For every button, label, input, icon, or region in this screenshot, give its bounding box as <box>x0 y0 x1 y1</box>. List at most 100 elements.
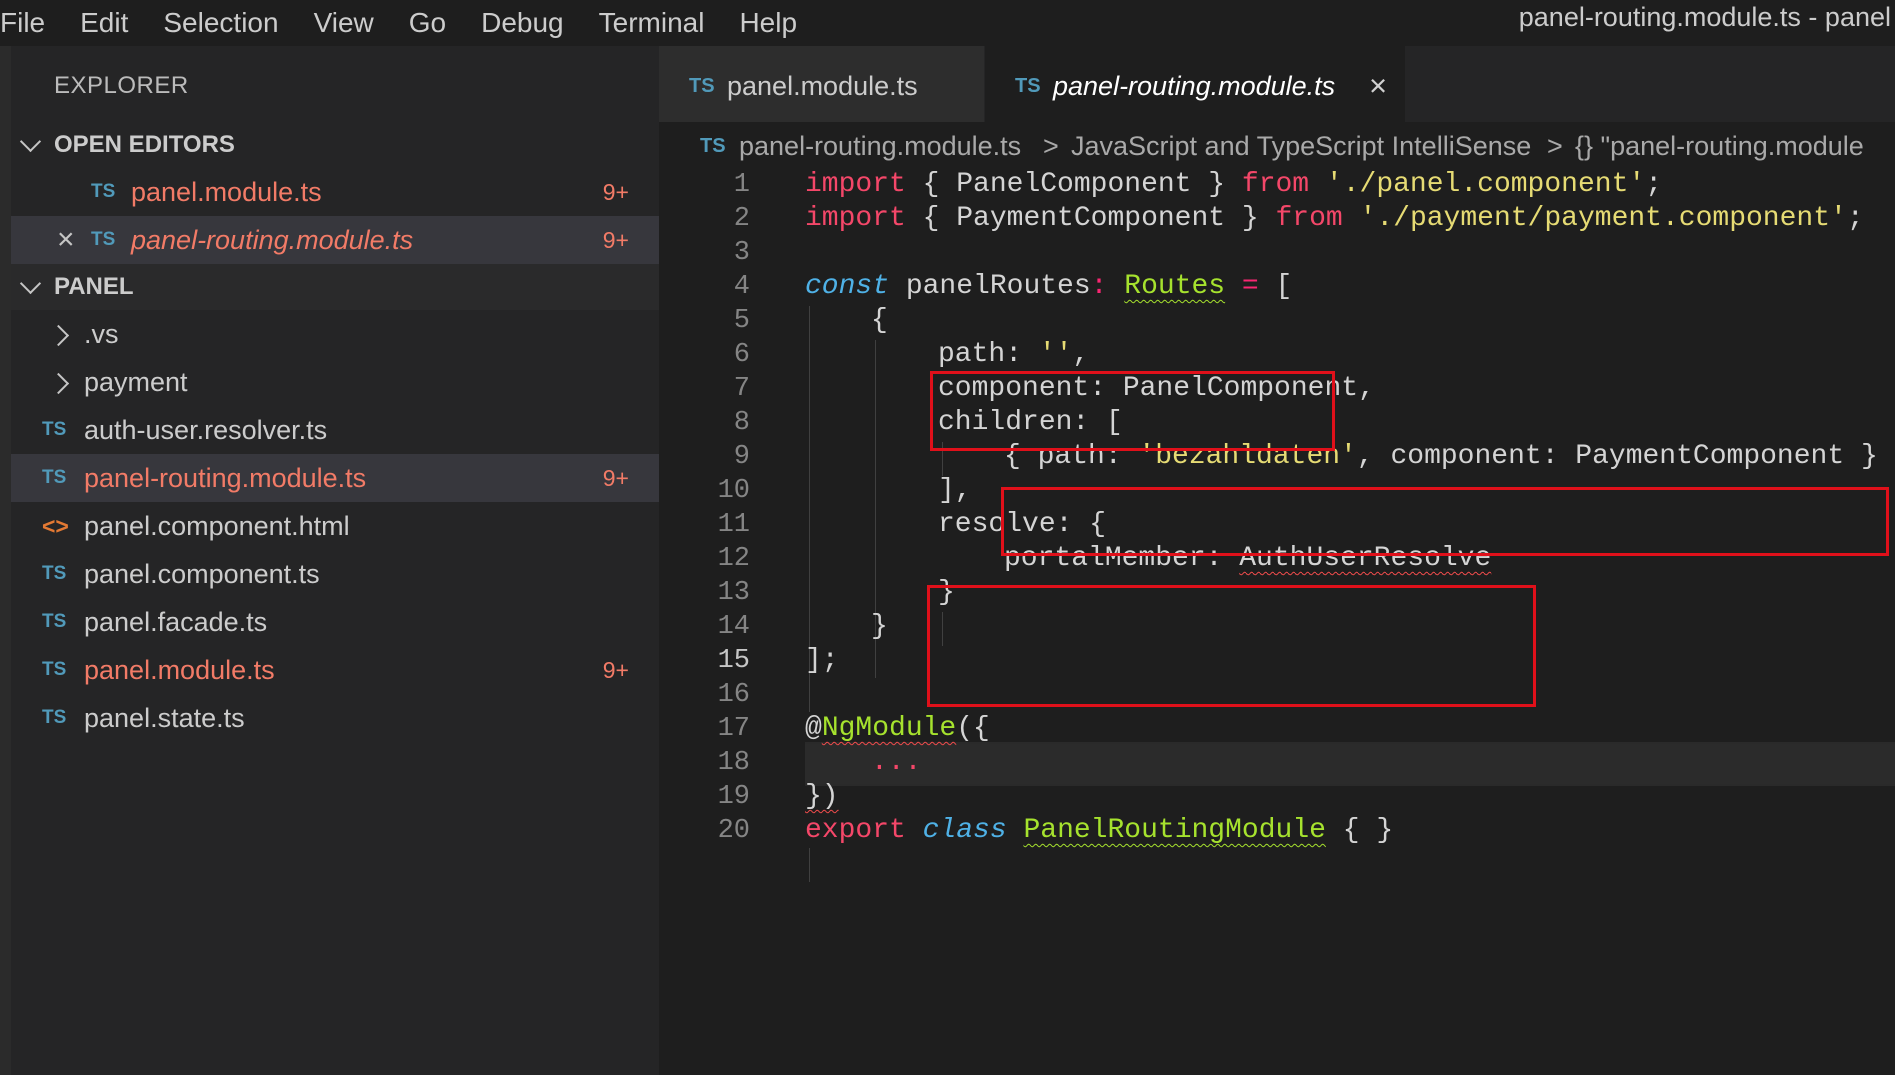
line-number: 16 <box>717 680 750 710</box>
file-item[interactable]: TS panel.module.ts 9+ <box>11 646 659 694</box>
typescript-file-icon: TS <box>42 563 67 584</box>
close-icon[interactable]: × <box>57 216 75 264</box>
breadcrumb-module-symbol[interactable]: {} "panel-routing.module <box>1575 122 1864 170</box>
file-item[interactable]: TS panel.facade.ts <box>11 598 659 646</box>
line-number: 4 <box>733 272 750 302</box>
file-label: panel.component.ts <box>84 559 320 589</box>
line-number: 2 <box>733 204 750 234</box>
problems-badge: 9+ <box>602 465 629 491</box>
menu-bar: File Edit Selection View Go Debug Termin… <box>0 0 1895 46</box>
problems-badge: 9+ <box>602 227 629 253</box>
explorer-sidebar: EXPLORER OPEN EDITORS TS panel.module.ts… <box>11 46 659 1075</box>
line-number: 18 <box>717 748 750 778</box>
menu-help[interactable]: Help <box>739 7 797 39</box>
file-item[interactable]: <> panel.component.html <box>11 502 659 550</box>
highlight-box-path-component <box>930 371 1335 451</box>
line-number: 14 <box>717 612 750 642</box>
problems-badge: 9+ <box>602 179 629 205</box>
line-number: 1 <box>733 170 750 200</box>
line-number: 20 <box>717 816 750 846</box>
open-editor-item[interactable]: TS panel.module.ts 9+ <box>11 168 659 216</box>
typescript-file-icon: TS <box>42 419 67 440</box>
file-item[interactable]: TS panel.component.ts <box>11 550 659 598</box>
line-number: 13 <box>717 578 750 608</box>
line-number: 9 <box>733 442 750 472</box>
open-editors-header[interactable]: OPEN EDITORS <box>11 122 659 168</box>
typescript-file-icon: TS <box>42 659 67 680</box>
current-line-highlight <box>805 742 1895 786</box>
typescript-file-icon: TS <box>42 707 67 728</box>
menu-selection[interactable]: Selection <box>163 7 278 39</box>
typescript-file-icon: TS <box>42 611 67 632</box>
line-number-current: 15 <box>717 646 750 676</box>
code-line-14: } <box>871 611 888 642</box>
file-item[interactable]: TS auth-user.resolver.ts <box>11 406 659 454</box>
menu-file[interactable]: File <box>0 7 45 39</box>
breadcrumb-file[interactable]: panel-routing.module.ts <box>739 122 1021 170</box>
breadcrumb-intellisense[interactable]: JavaScript and TypeScript IntelliSense <box>1071 122 1531 170</box>
folder-label: .vs <box>84 319 119 349</box>
code-line-19: }) <box>805 781 839 812</box>
typescript-file-icon: TS <box>1015 75 1041 97</box>
tab-label: panel-routing.module.ts <box>1053 71 1336 101</box>
file-item[interactable]: TS panel.state.ts <box>11 694 659 742</box>
menu-edit[interactable]: Edit <box>80 7 128 39</box>
line-number: 19 <box>717 782 750 812</box>
typescript-file-icon: TS <box>42 467 67 488</box>
code-editor[interactable]: 1 2 3 4 5 6 7 8 9 10 11 12 13 14 15 16 1… <box>659 170 1895 1075</box>
typescript-file-icon: TS <box>689 75 715 97</box>
file-label: panel.facade.ts <box>84 607 268 637</box>
tab-panel-module[interactable]: TS panel.module.ts <box>659 46 985 122</box>
folder-item-vs[interactable]: .vs <box>11 310 659 358</box>
tab-panel-routing-module[interactable]: TS panel-routing.module.ts × <box>985 46 1405 122</box>
line-number: 5 <box>733 306 750 336</box>
code-line-4: const panelRoutes: Routes = [ <box>805 271 1293 302</box>
chevron-right-icon <box>47 372 70 395</box>
activity-bar <box>0 46 11 1075</box>
code-line-15: ]; <box>805 645 839 676</box>
open-editor-item-active[interactable]: × TS panel-routing.module.ts 9+ <box>11 216 659 264</box>
chevron-right-icon: > <box>1043 131 1059 161</box>
code-line-10: ], <box>938 475 972 506</box>
line-number: 7 <box>733 374 750 404</box>
breadcrumb: TS panel-routing.module.ts > JavaScript … <box>659 122 1895 170</box>
panel-folder-label: PANEL <box>54 273 134 300</box>
line-number: 17 <box>717 714 750 744</box>
menu-debug[interactable]: Debug <box>481 7 564 39</box>
highlight-box-resolve <box>927 585 1536 707</box>
chevron-right-icon: > <box>1547 131 1563 161</box>
menu-view[interactable]: View <box>314 7 374 39</box>
indent-guide <box>809 848 810 882</box>
sidebar-title: EXPLORER <box>54 72 189 99</box>
code-line-1: import { PanelComponent } from './panel.… <box>805 170 1662 200</box>
chevron-down-icon <box>19 130 42 153</box>
file-label: auth-user.resolver.ts <box>84 415 328 445</box>
typescript-file-icon: TS <box>700 135 726 157</box>
menu-terminal[interactable]: Terminal <box>599 7 705 39</box>
code-line-18: ... <box>871 747 922 778</box>
html-file-icon: <> <box>42 513 69 539</box>
open-editor-label: panel-routing.module.ts <box>131 225 414 255</box>
close-icon[interactable]: × <box>1369 46 1387 126</box>
line-number: 12 <box>717 544 750 574</box>
code-line-17: @NgModule({ <box>805 713 990 744</box>
line-number: 11 <box>717 510 750 540</box>
chevron-right-icon <box>47 324 70 347</box>
code-line-2: import { PaymentComponent } from './paym… <box>805 203 1864 234</box>
line-number: 3 <box>733 238 750 268</box>
line-number: 10 <box>717 476 750 506</box>
editor-tab-bar: TS panel.module.ts TS panel-routing.modu… <box>659 46 1895 122</box>
panel-folder-header[interactable]: PANEL <box>11 264 659 310</box>
problems-badge: 9+ <box>602 657 629 683</box>
folder-item-payment[interactable]: payment <box>11 358 659 406</box>
typescript-file-icon: TS <box>91 229 116 250</box>
file-label: panel.state.ts <box>84 703 245 733</box>
line-number: 6 <box>733 340 750 370</box>
file-item-selected[interactable]: TS panel-routing.module.ts 9+ <box>11 454 659 502</box>
window-title: panel-routing.module.ts - panel <box>1518 2 1891 32</box>
menu-go[interactable]: Go <box>409 7 446 39</box>
file-label: panel-routing.module.ts <box>84 463 367 493</box>
typescript-file-icon: TS <box>91 181 116 202</box>
chevron-down-icon <box>19 272 42 295</box>
open-editors-label: OPEN EDITORS <box>54 131 235 158</box>
